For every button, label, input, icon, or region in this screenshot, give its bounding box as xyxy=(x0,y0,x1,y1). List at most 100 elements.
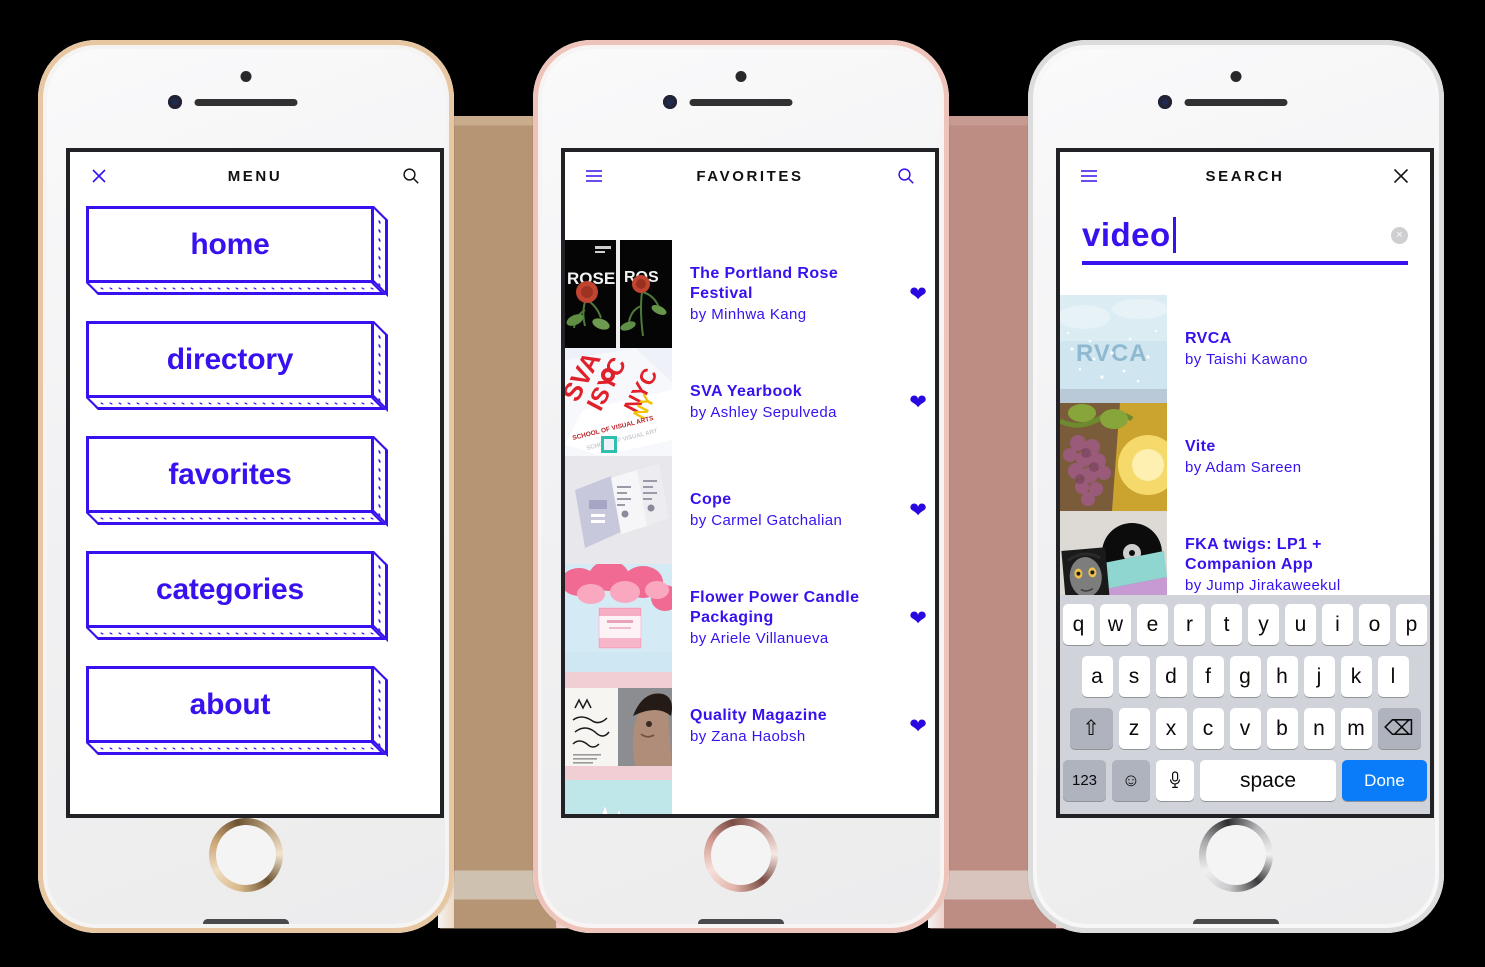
button-side-extrusion xyxy=(374,436,388,527)
microphone-key[interactable] xyxy=(1156,760,1194,801)
menu-list: home directory favorites categories abou… xyxy=(70,200,440,768)
volume-up-button[interactable] xyxy=(1028,255,1032,307)
key-v[interactable]: v xyxy=(1229,708,1261,749)
hamburger-icon[interactable] xyxy=(581,163,607,189)
key-k[interactable]: k xyxy=(1340,656,1372,697)
search-input[interactable]: video × xyxy=(1082,216,1408,265)
menu-item-directory[interactable]: directory xyxy=(86,321,424,423)
numbers-key[interactable]: 123 xyxy=(1063,760,1106,801)
key-b[interactable]: b xyxy=(1266,708,1298,749)
hamburger-icon[interactable] xyxy=(1076,163,1102,189)
menu-item-face: directory xyxy=(86,321,374,398)
favorite-heart-icon[interactable]: ❤ xyxy=(901,390,935,415)
done-key[interactable]: Done xyxy=(1342,760,1427,801)
home-button[interactable] xyxy=(1199,818,1273,892)
power-button[interactable] xyxy=(945,255,949,323)
search-icon[interactable] xyxy=(893,163,919,189)
key-z[interactable]: z xyxy=(1118,708,1150,749)
key-t[interactable]: t xyxy=(1211,604,1242,645)
key-i[interactable]: i xyxy=(1322,604,1353,645)
key-c[interactable]: c xyxy=(1192,708,1224,749)
key-h[interactable]: h xyxy=(1266,656,1298,697)
home-button[interactable] xyxy=(704,818,778,892)
favorite-heart-icon[interactable]: ❤ xyxy=(901,714,935,739)
thumbnail-sva-yearbook: SVA ISYC NYC NY SCHOOL OF VISUAL ARTS SC… xyxy=(565,348,672,456)
list-item[interactable]: Quality Magazine by Zana Haobsh ❤ xyxy=(565,672,935,780)
list-item-author: by Jump Jirakaweekul xyxy=(1185,576,1341,594)
key-r[interactable]: r xyxy=(1174,604,1205,645)
favorite-heart-icon[interactable]: ❤ xyxy=(901,498,935,523)
list-item-title: Cope xyxy=(690,491,732,509)
key-g[interactable]: g xyxy=(1229,656,1261,697)
list-item[interactable]: Flower Power Candle Packaging by Ariele … xyxy=(565,564,935,672)
key-j[interactable]: j xyxy=(1303,656,1335,697)
list-item-author: by Minhwa Kang xyxy=(690,305,807,323)
key-q[interactable]: q xyxy=(1063,604,1094,645)
mute-switch[interactable] xyxy=(38,200,42,230)
key-o[interactable]: o xyxy=(1359,604,1390,645)
list-item-title: Vite xyxy=(1185,438,1216,456)
list-item[interactable]: Wells Island by Aaron Price ❤ xyxy=(565,780,935,814)
list-item[interactable]: SVA ISYC NYC NY SCHOOL OF VISUAL ARTS SC… xyxy=(565,348,935,456)
list-item[interactable]: RVCA RVCA by Taishi Kawano xyxy=(1060,295,1430,403)
phone-menu: MENU home directory favorites categories… xyxy=(38,40,454,933)
menu-item-label: about xyxy=(189,687,271,721)
power-button[interactable] xyxy=(450,255,454,323)
key-f[interactable]: f xyxy=(1192,656,1224,697)
clear-search-icon[interactable]: × xyxy=(1391,226,1408,244)
volume-up-button[interactable] xyxy=(533,255,537,307)
search-icon[interactable] xyxy=(398,163,424,189)
shift-key[interactable]: ⇧ xyxy=(1069,708,1113,749)
close-icon[interactable] xyxy=(1388,163,1414,189)
key-w[interactable]: w xyxy=(1100,604,1131,645)
list-item-title: FKA twigs: LP1 + Companion App xyxy=(1185,535,1322,574)
search-screen: SEARCH video × RVCA RVCA by Taishi Kawan… xyxy=(1056,148,1434,818)
key-m[interactable]: m xyxy=(1340,708,1372,749)
list-item[interactable]: Vite by Adam Sareen xyxy=(1060,403,1430,511)
emoji-key[interactable]: ☺ xyxy=(1112,760,1150,801)
key-a[interactable]: a xyxy=(1081,656,1113,697)
key-l[interactable]: l xyxy=(1377,656,1409,697)
key-e[interactable]: e xyxy=(1137,604,1168,645)
search-input-value: video xyxy=(1082,216,1171,253)
volume-up-button[interactable] xyxy=(38,255,42,307)
menu-item-face: about xyxy=(86,666,374,743)
power-button[interactable] xyxy=(1440,255,1444,323)
thumbnail-rvca: RVCA xyxy=(1060,295,1167,403)
menu-item-face: categories xyxy=(86,551,374,628)
close-icon[interactable] xyxy=(86,163,112,189)
favorites-screen: FAVORITES ROSE ROS xyxy=(561,148,939,818)
list-item[interactable]: Cope by Carmel Gatchalian ❤ xyxy=(565,456,935,564)
space-key[interactable]: space xyxy=(1200,760,1336,801)
mute-switch[interactable] xyxy=(1028,200,1032,230)
search-results-list: RVCA RVCA by Taishi Kawano Vite by Adam … xyxy=(1060,295,1430,619)
volume-down-button[interactable] xyxy=(38,325,42,377)
volume-down-button[interactable] xyxy=(1028,325,1032,377)
key-d[interactable]: d xyxy=(1155,656,1187,697)
home-button[interactable] xyxy=(209,818,283,892)
key-n[interactable]: n xyxy=(1303,708,1335,749)
key-s[interactable]: s xyxy=(1118,656,1150,697)
favorite-heart-icon[interactable]: ❤ xyxy=(901,282,935,307)
page-title: SEARCH xyxy=(1205,167,1285,185)
volume-down-button[interactable] xyxy=(533,325,537,377)
favorite-heart-icon[interactable]: ❤ xyxy=(901,606,935,631)
front-camera-icon xyxy=(168,95,182,109)
page-title: MENU xyxy=(227,167,283,185)
keyboard-row-3: ⇧ z x c v b n m ⌫ xyxy=(1063,708,1427,749)
menu-item-favorites[interactable]: favorites xyxy=(86,436,424,538)
menu-item-categories[interactable]: categories xyxy=(86,551,424,653)
menu-item-home[interactable]: home xyxy=(86,206,424,308)
key-p[interactable]: p xyxy=(1396,604,1427,645)
key-y[interactable]: y xyxy=(1248,604,1279,645)
mute-switch[interactable] xyxy=(533,200,537,230)
list-item[interactable]: ROSE ROS xyxy=(565,240,935,348)
lightning-port xyxy=(698,919,784,928)
list-item-text: Vite by Adam Sareen xyxy=(1167,437,1396,477)
menu-item-about[interactable]: about xyxy=(86,666,424,768)
key-u[interactable]: u xyxy=(1285,604,1316,645)
backspace-key[interactable]: ⌫ xyxy=(1377,708,1421,749)
favorites-list: ROSE ROS xyxy=(565,240,935,814)
list-item-title: RVCA xyxy=(1185,330,1232,348)
key-x[interactable]: x xyxy=(1155,708,1187,749)
